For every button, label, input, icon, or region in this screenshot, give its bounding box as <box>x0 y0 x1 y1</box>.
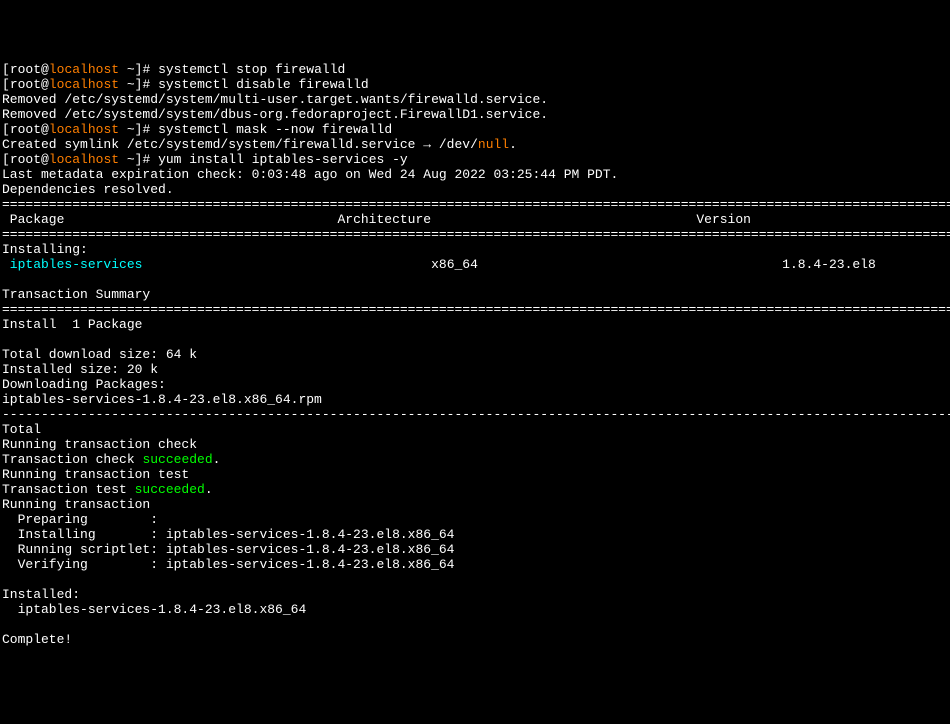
header-package: Package <box>2 212 64 227</box>
command-2: systemctl disable firewalld <box>158 77 369 92</box>
installed-size: Installed size: 20 k <box>2 362 158 377</box>
prompt-host: localhost <box>49 62 119 77</box>
installed-label: Installed: <box>2 587 80 602</box>
separator-eq: ========================================… <box>2 197 950 212</box>
rpm-filename: iptables-services-1.8.4-23.el8.x86_64.rp… <box>2 392 322 407</box>
prompt-open: [ <box>2 77 10 92</box>
prompt-host: localhost <box>49 77 119 92</box>
output-removed-1: Removed /etc/systemd/system/multi-user.t… <box>2 92 548 107</box>
succeeded-word: succeeded <box>142 452 212 467</box>
header-version: Version <box>696 212 751 227</box>
prompt-at: @ <box>41 77 49 92</box>
output-removed-2: Removed /etc/systemd/system/dbus-org.fed… <box>2 107 548 122</box>
installing-label: Installing: <box>2 242 88 257</box>
spacer <box>431 212 696 227</box>
preparing-line: Preparing : <box>2 512 158 527</box>
complete-label: Complete! <box>2 632 72 647</box>
prompt-at: @ <box>41 122 49 137</box>
installed-package: iptables-services-1.8.4-23.el8.x86_64 <box>2 602 306 617</box>
separator-eq: ========================================… <box>2 227 950 242</box>
package-version: 1.8.4-23.el8 <box>782 257 876 272</box>
output-symlink-part2: . <box>509 137 517 152</box>
prompt-open: [ <box>2 122 10 137</box>
verifying-line: Verifying : iptables-services-1.8.4-23.e… <box>2 557 454 572</box>
downloading-label: Downloading Packages: <box>2 377 166 392</box>
prompt-open: [ <box>2 62 10 77</box>
succeeded-word: succeeded <box>135 482 205 497</box>
dot: . <box>205 482 213 497</box>
install-count: Install 1 Package <box>2 317 142 332</box>
tx-check-label: Transaction check <box>2 452 142 467</box>
command-1: systemctl stop firewalld <box>158 62 345 77</box>
output-symlink-part1: Created symlink /etc/systemd/system/fire… <box>2 137 478 152</box>
running-transaction: Running transaction <box>2 497 150 512</box>
command-3: systemctl mask --now firewalld <box>158 122 392 137</box>
prompt-open: [ <box>2 152 10 167</box>
prompt-user: root <box>10 62 41 77</box>
prompt-tail: ~]# <box>119 77 158 92</box>
running-tx-test: Running transaction test <box>2 467 189 482</box>
command-4: yum install iptables-services -y <box>158 152 408 167</box>
prompt-host: localhost <box>49 122 119 137</box>
prompt-user: root <box>10 152 41 167</box>
prompt-user: root <box>10 122 41 137</box>
separator-dash: ----------------------------------------… <box>2 407 950 422</box>
transaction-summary-label: Transaction Summary <box>2 287 150 302</box>
scriptlet-line: Running scriptlet: iptables-services-1.8… <box>2 542 454 557</box>
download-size: Total download size: 64 k <box>2 347 197 362</box>
null-word: null <box>478 137 509 152</box>
total-label: Total <box>2 422 41 437</box>
installing-line: Installing : iptables-services-1.8.4-23.… <box>2 527 454 542</box>
prompt-host: localhost <box>49 152 119 167</box>
prompt-tail: ~]# <box>119 62 158 77</box>
dot: . <box>213 452 221 467</box>
prompt-tail: ~]# <box>119 152 158 167</box>
spacer <box>142 257 431 272</box>
prompt-user: root <box>10 77 41 92</box>
tx-test-label: Transaction test <box>2 482 135 497</box>
separator-eq: ========================================… <box>2 302 950 317</box>
package-name: iptables-services <box>2 257 142 272</box>
header-arch: Architecture <box>337 212 431 227</box>
prompt-at: @ <box>41 62 49 77</box>
spacer <box>478 257 782 272</box>
package-arch: x86_64 <box>431 257 478 272</box>
terminal-output: [root@localhost ~]# systemctl stop firew… <box>2 62 948 647</box>
running-tx-check: Running transaction check <box>2 437 197 452</box>
prompt-tail: ~]# <box>119 122 158 137</box>
prompt-at: @ <box>41 152 49 167</box>
spacer <box>64 212 337 227</box>
output-depres: Dependencies resolved. <box>2 182 174 197</box>
output-metadata: Last metadata expiration check: 0:03:48 … <box>2 167 618 182</box>
